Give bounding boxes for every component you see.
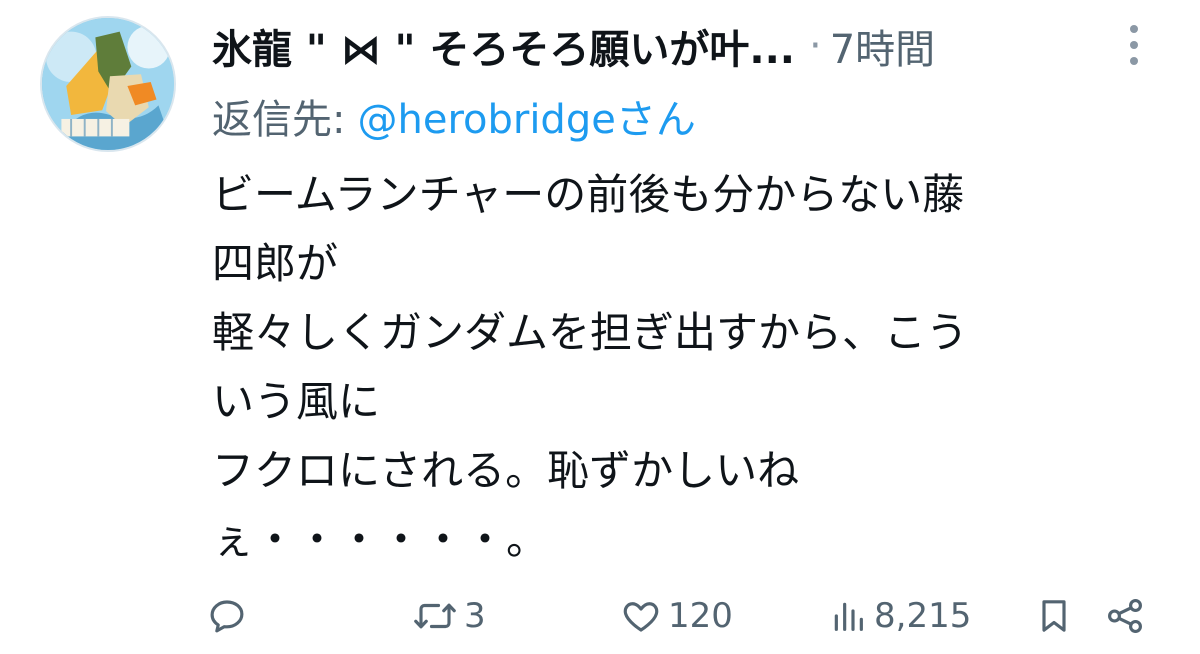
reply-button[interactable] [206, 590, 254, 642]
views-icon [834, 602, 863, 631]
tweet-text-line: ビームランチャーの前後も分からない藤 [212, 170, 965, 219]
timestamp[interactable]: 7時間 [830, 17, 935, 75]
share-button[interactable] [1104, 590, 1146, 642]
tweet-text-line: 四郎が [212, 239, 339, 288]
like-count: 120 [668, 596, 733, 636]
more-button[interactable] [1112, 20, 1156, 70]
like-button[interactable]: 120 [620, 590, 733, 642]
share-icon [1108, 599, 1142, 633]
view-count: 8,215 [874, 596, 972, 636]
more-vertical-icon-dot [1130, 41, 1138, 49]
tweet-text-line: ぇ・・・・・・。 [212, 515, 549, 564]
heart-icon [623, 602, 659, 632]
display-name[interactable]: 氷龍 " ⋈ " そろそろ願いが叶... [212, 17, 795, 75]
reply-context: 返信先: @herobridgeさん [212, 88, 696, 144]
tweet-text-line: いう風に [212, 377, 381, 426]
avatar-image [42, 18, 174, 150]
more-vertical-icon [1130, 25, 1138, 33]
action-bar: 3 120 8,215 [206, 590, 1156, 642]
bookmark-button[interactable] [1034, 590, 1074, 642]
tweet-header: 氷龍 " ⋈ " そろそろ願いが叶... · 7時間 [212, 14, 1112, 78]
separator-dot: · [808, 23, 822, 69]
bookmark-icon [1042, 600, 1066, 632]
reply-prefix: 返信先: [212, 97, 346, 143]
views-button[interactable]: 8,215 [828, 590, 971, 642]
more-vertical-icon-dot [1130, 57, 1138, 65]
reply-handle-link[interactable]: @herobridgeさん [357, 87, 695, 145]
retweet-count: 3 [464, 596, 486, 636]
tweet-text-line: 軽々しくガンダムを担ぎ出すから、こう [212, 308, 969, 357]
retweet-icon [414, 603, 456, 629]
retweet-button[interactable]: 3 [412, 590, 486, 642]
tweet[interactable]: 氷龍 " ⋈ " そろそろ願いが叶... · 7時間 返信先: @herobri… [0, 0, 1200, 654]
avatar[interactable] [40, 16, 176, 152]
tweet-text: ビームランチャーの前後も分からない藤 四郎が 軽々しくガンダムを担ぎ出すから、こ… [212, 160, 1132, 574]
reply-icon [210, 600, 244, 633]
tweet-text-line: フクロにされる。恥ずかしいね [212, 446, 800, 495]
